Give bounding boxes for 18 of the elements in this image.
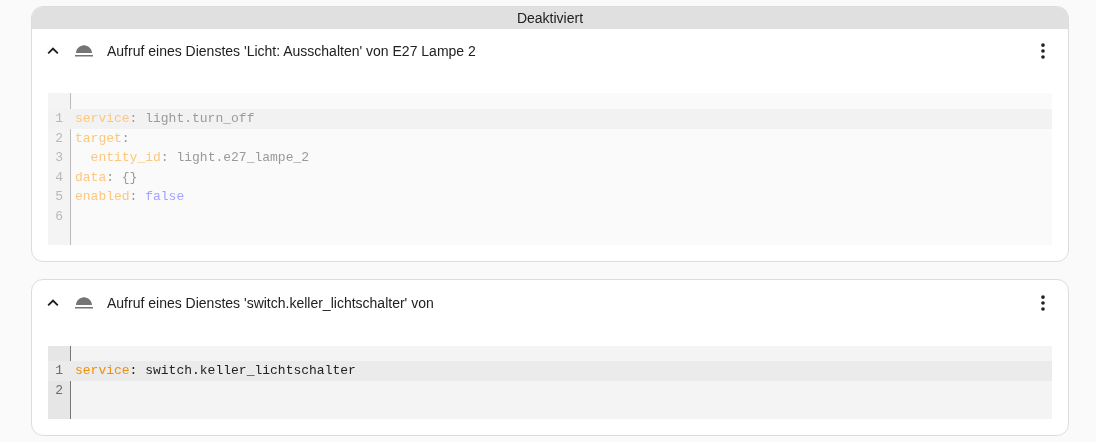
line-number: 1 bbox=[54, 110, 64, 128]
code-line: service: light.turn_off bbox=[75, 110, 255, 128]
line-number: 4 bbox=[54, 168, 64, 187]
line-number: 2 bbox=[54, 381, 64, 400]
card-title: Aufruf eines Dienstes 'Licht: Ausschalten' von E27 Lampe 2 bbox=[107, 43, 477, 59]
code-editor[interactable]: 1 service: switch.keller_lichtschalter 2 bbox=[48, 346, 1052, 419]
code-line: target: bbox=[75, 129, 130, 148]
code-line: service: switch.keller_lichtschalter bbox=[75, 362, 356, 380]
line-number: 2 bbox=[54, 129, 64, 148]
code-line: data: {} bbox=[75, 168, 138, 187]
card-title: Aufruf eines Dienstes 'switch.keller_lichtschalter' von bbox=[107, 295, 435, 311]
line-number: 5 bbox=[54, 188, 64, 206]
code-line: entity_id: light.e27_lampe_2 bbox=[89, 149, 310, 167]
line-number: 1 bbox=[54, 362, 64, 380]
code-line: enabled: false bbox=[75, 188, 185, 206]
disabled-banner: Deaktiviert bbox=[32, 7, 1068, 29]
line-number: 6 bbox=[54, 207, 64, 226]
line-number: 3 bbox=[54, 149, 64, 167]
